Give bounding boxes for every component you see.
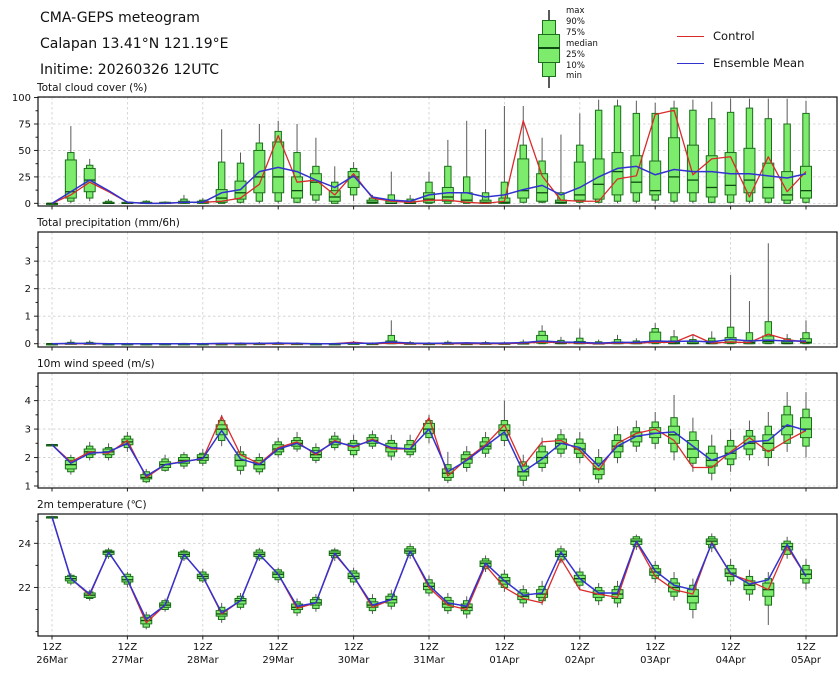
panel-frame <box>38 514 837 636</box>
x-tick-label-hour: 12Z <box>42 642 62 653</box>
y-tick-label: 2 <box>25 284 31 295</box>
y-tick-label: 0 <box>25 199 31 210</box>
box-25-75 <box>763 163 774 198</box>
x-tick-label-date: 29Mar <box>262 655 294 666</box>
y-tick-label: 22 <box>18 583 31 594</box>
x-tick-label-hour: 12Z <box>796 642 816 653</box>
panel-frame <box>38 373 837 488</box>
x-tick-label-date: 30Mar <box>338 655 370 666</box>
x-tick-label-date: 03Apr <box>640 655 671 666</box>
x-tick-label-hour: 12Z <box>645 642 665 653</box>
y-tick-label: 1 <box>25 312 31 323</box>
x-tick-label-hour: 12Z <box>193 642 213 653</box>
y-tick-label: 1 <box>25 482 31 493</box>
y-tick-label: 100 <box>12 93 31 104</box>
panel-1: 0 1 2 3 <box>25 232 837 351</box>
box-25-75 <box>518 159 529 198</box>
y-tick-label: 0 <box>25 339 31 350</box>
panel-2: 1 2 3 4 <box>25 373 837 493</box>
x-tick-label-date: 28Mar <box>187 655 219 666</box>
x-axis-labels: 12Z 26Mar 12Z 27Mar 12Z 28Mar 12Z 29Mar 12Z 30Mar… <box>36 642 822 666</box>
box-25-75 <box>687 145 698 193</box>
box-25-75 <box>442 187 453 201</box>
x-tick-label-date: 31Mar <box>413 655 445 666</box>
box-25-75 <box>650 161 661 195</box>
x-tick-label-date: 27Mar <box>112 655 144 666</box>
x-tick-label-date: 26Mar <box>36 655 68 666</box>
x-tick-label-hour: 12Z <box>419 642 439 653</box>
x-tick-label-hour: 12Z <box>118 642 138 653</box>
x-tick-label-date: 05Apr <box>791 655 822 666</box>
x-tick-label-hour: 12Z <box>495 642 515 653</box>
y-tick-label: 3 <box>25 425 31 436</box>
box-25-75 <box>801 166 812 198</box>
y-tick-label: 2 <box>25 453 31 464</box>
panel-3: 22 24 <box>18 514 837 640</box>
y-tick-label: 75 <box>18 119 31 130</box>
box-25-75 <box>612 153 623 195</box>
y-tick-label: 25 <box>18 172 31 183</box>
meteogram-chart-canvas: 025507510001231234222412Z26Mar12Z27Mar12… <box>0 0 840 680</box>
box-25-75 <box>310 174 321 195</box>
y-tick-label: 50 <box>18 146 31 157</box>
box-25-75 <box>744 148 755 192</box>
box-25-75 <box>669 138 680 193</box>
y-tick-label: 4 <box>25 396 31 407</box>
x-tick-label-hour: 12Z <box>721 642 741 653</box>
x-tick-label-hour: 12Z <box>344 642 364 653</box>
x-tick-label-hour: 12Z <box>570 642 590 653</box>
x-tick-label-date: 04Apr <box>716 655 747 666</box>
panel-frame <box>38 232 837 347</box>
panel-0: 0 25 50 75 100 <box>12 93 837 210</box>
box-25-75 <box>801 418 812 438</box>
y-tick-label: 3 <box>25 257 31 268</box>
x-tick-label-date: 02Apr <box>565 655 596 666</box>
y-tick-label: 24 <box>18 539 31 550</box>
box-25-75 <box>292 177 303 198</box>
x-tick-label-date: 01Apr <box>489 655 520 666</box>
meteogram-figure: CMA-GEPS meteogram Calapan 13.41°N 121.1… <box>0 0 840 680</box>
x-tick-label-hour: 12Z <box>268 642 288 653</box>
